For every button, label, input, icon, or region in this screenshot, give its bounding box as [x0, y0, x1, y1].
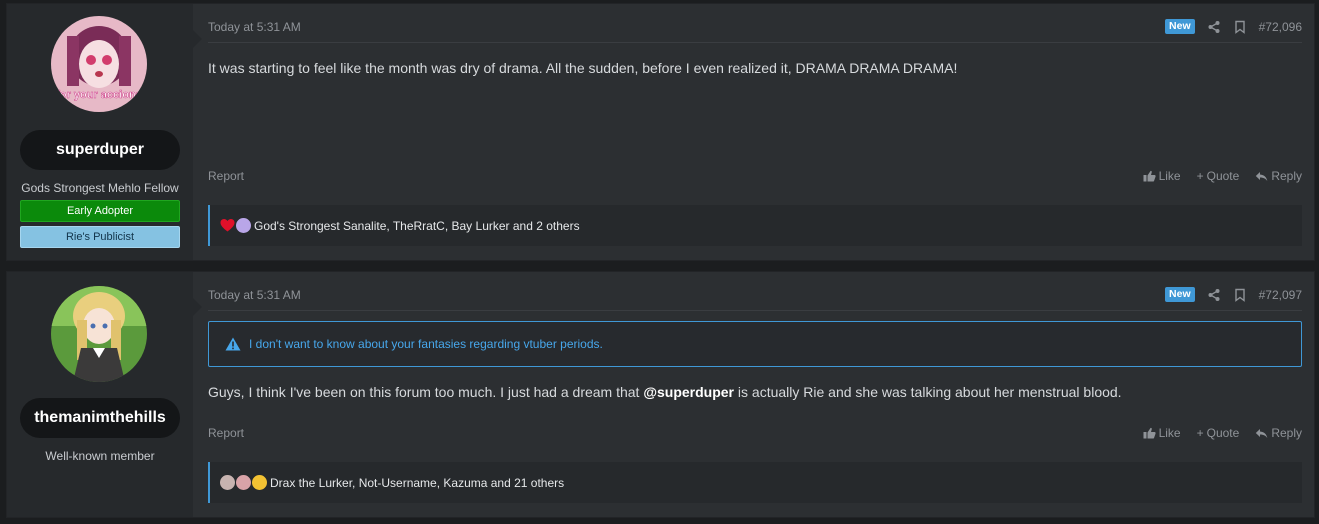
plus-icon: +: [1196, 426, 1204, 440]
message-text: is actually Rie and she was talking abou…: [734, 384, 1122, 400]
bookmark-icon[interactable]: [1233, 288, 1247, 302]
post-main: Today at 5:31 AM New #72,097 I don't wan…: [208, 272, 1302, 517]
thumbs-up-icon: [1143, 427, 1156, 439]
user-panel: for your accions superduper Gods Stronge…: [7, 4, 193, 260]
svg-text:for your accions: for your accions: [56, 89, 142, 101]
plus-icon: +: [1196, 169, 1204, 183]
new-badge: New: [1165, 287, 1195, 302]
post-header-right: New #72,096: [1165, 19, 1302, 34]
bookmark-icon[interactable]: [1233, 20, 1247, 34]
reaction-icons: [220, 475, 267, 490]
user-arrow: [193, 30, 202, 48]
user-banner-publicist: Rie's Publicist: [20, 226, 180, 248]
post-header-right: New #72,097: [1165, 287, 1302, 302]
post: for your accions superduper Gods Stronge…: [6, 3, 1315, 261]
like-label: Like: [1158, 426, 1181, 440]
user-panel: themanimthehills Well-known member: [7, 272, 193, 517]
notice-box: I don't want to know about your fantasie…: [208, 321, 1302, 367]
quote-label: Quote: [1206, 169, 1240, 183]
reaction-icons: [220, 218, 251, 233]
message-text: Guys, I think I've been on this forum to…: [208, 384, 644, 400]
header-divider: [208, 42, 1302, 43]
reply-button[interactable]: Reply: [1255, 426, 1302, 440]
user-title: Well-known member: [45, 449, 155, 463]
user-mention[interactable]: @superduper: [643, 384, 734, 400]
post: themanimthehills Well-known member Today…: [6, 271, 1315, 518]
quote-label: Quote: [1206, 426, 1240, 440]
reply-button[interactable]: Reply: [1255, 169, 1302, 183]
post-actions: Like + Quote Reply: [1143, 169, 1302, 183]
share-icon[interactable]: [1207, 288, 1221, 302]
post-date[interactable]: Today at 5:31 AM: [208, 288, 301, 302]
post-number[interactable]: #72,096: [1259, 20, 1302, 34]
reaction-avatar-icon: [236, 475, 251, 490]
quote-button[interactable]: + Quote: [1197, 169, 1240, 183]
header-divider: [208, 310, 1302, 311]
heart-icon: [220, 218, 235, 233]
reply-icon: [1256, 171, 1268, 181]
post-message: It was starting to feel like the month w…: [208, 60, 958, 76]
quote-button[interactable]: + Quote: [1197, 426, 1240, 440]
warning-icon: [225, 337, 241, 351]
username[interactable]: superduper: [20, 130, 180, 170]
username[interactable]: themanimthehills: [20, 398, 180, 438]
reply-label: Reply: [1271, 426, 1302, 440]
report-link[interactable]: Report: [208, 426, 244, 440]
reply-icon: [1256, 428, 1268, 438]
share-icon[interactable]: [1207, 20, 1221, 34]
post-main: Today at 5:31 AM New #72,096 It was star…: [208, 4, 1302, 260]
user-title: Gods Strongest Mehlo Fellow: [21, 181, 179, 195]
post-message: Guys, I think I've been on this forum to…: [208, 384, 1122, 400]
reactions-bar[interactable]: God's Strongest Sanalite, TheRratC, Bay …: [208, 205, 1302, 246]
like-button[interactable]: Like: [1143, 426, 1181, 440]
post-actions: Like + Quote Reply: [1143, 426, 1302, 440]
new-badge: New: [1165, 19, 1195, 34]
post-date[interactable]: Today at 5:31 AM: [208, 20, 301, 34]
like-label: Like: [1158, 169, 1181, 183]
reaction-avatar-icon: [220, 475, 235, 490]
reactions-text: Drax the Lurker, Not-Username, Kazuma an…: [270, 475, 565, 490]
notice-text: I don't want to know about your fantasie…: [249, 337, 603, 351]
post-number[interactable]: #72,097: [1259, 288, 1302, 302]
reactions-bar[interactable]: Drax the Lurker, Not-Username, Kazuma an…: [208, 462, 1302, 503]
reaction-avatar-icon: [236, 218, 251, 233]
thumbs-up-icon: [1143, 170, 1156, 182]
report-link[interactable]: Report: [208, 169, 244, 183]
user-arrow: [193, 298, 202, 316]
like-button[interactable]: Like: [1143, 169, 1181, 183]
avatar[interactable]: [51, 286, 147, 382]
thinking-emoji-icon: [252, 475, 267, 490]
reactions-text: God's Strongest Sanalite, TheRratC, Bay …: [254, 218, 580, 233]
user-banner-early-adopter: Early Adopter: [20, 200, 180, 222]
avatar[interactable]: for your accions: [51, 16, 147, 112]
reply-label: Reply: [1271, 169, 1302, 183]
